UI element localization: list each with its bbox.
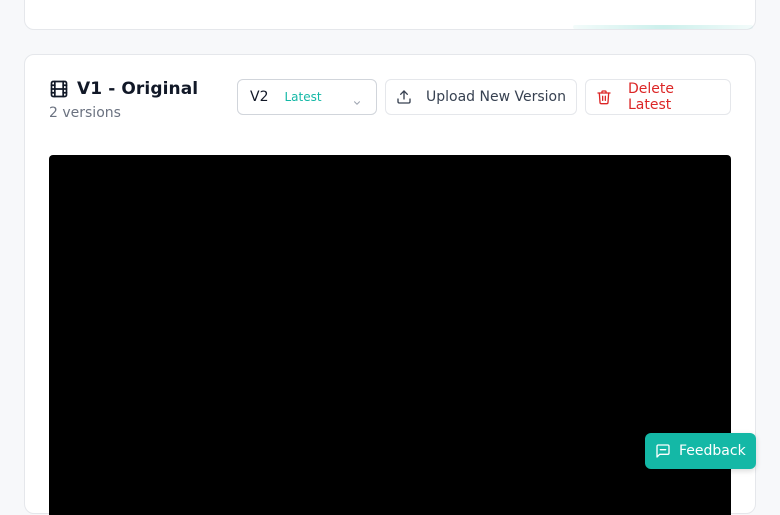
upload-button-label: Upload New Version (426, 89, 566, 105)
trash-icon (596, 89, 612, 105)
delete-button-label: Delete Latest (628, 81, 674, 113)
video-title: V1 - Original (77, 79, 199, 99)
latest-badge: Latest (284, 90, 322, 104)
version-select[interactable]: V2 Latest (237, 79, 377, 115)
card-header: V1 - Original (49, 79, 198, 99)
upload-new-version-button[interactable]: Upload New Version (385, 79, 577, 115)
feedback-button[interactable]: Feedback (645, 433, 756, 469)
video-player[interactable] (49, 155, 731, 515)
previous-card-button-edge (573, 25, 753, 29)
delete-latest-button[interactable]: Delete Latest (585, 79, 731, 115)
previous-card (24, 0, 756, 30)
chevron-down-icon (352, 93, 362, 112)
upload-icon (396, 89, 412, 105)
message-square-icon (655, 443, 671, 459)
version-count: 2 versions (49, 105, 121, 121)
film-icon (49, 79, 69, 99)
version-select-value: V2 (250, 89, 269, 105)
feedback-label: Feedback (679, 443, 746, 459)
